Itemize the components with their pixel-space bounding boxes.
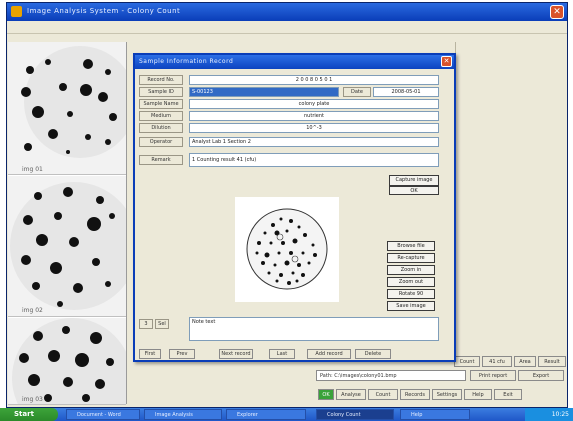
status-path-field[interactable]: Path: C:\images\colony01.bmp: [316, 370, 466, 381]
app-close-button[interactable]: ✕: [550, 5, 564, 19]
save-image-button[interactable]: Save image: [387, 301, 435, 311]
dialog-title: Sample Information Record: [139, 58, 234, 65]
dilution-field[interactable]: 10^-3: [189, 123, 439, 133]
delete-record-button[interactable]: Delete: [355, 349, 391, 359]
status-row-2: Path: C:\images\colony01.bmp Print repor…: [304, 370, 566, 382]
colony-thumbnail-1: [21, 46, 126, 158]
status-result-label: Result: [538, 356, 566, 367]
record-no-field[interactable]: 2 0 0 8 0 5 0 1: [189, 75, 439, 85]
rotate-button[interactable]: Rotate 90: [387, 289, 435, 299]
count-button[interactable]: Count: [368, 389, 398, 400]
field-label-sample-name: Sample Name: [139, 99, 183, 109]
date-field[interactable]: 2008-05-01: [373, 87, 439, 97]
settings-button[interactable]: Settings: [432, 389, 462, 400]
field-label-date: Date: [343, 87, 371, 97]
exit-button[interactable]: Exit: [494, 389, 522, 400]
first-record-button[interactable]: First: [139, 349, 161, 359]
image-preview[interactable]: [235, 197, 339, 302]
capture-image-button[interactable]: Capture image: [389, 175, 439, 186]
zoom-in-button[interactable]: Zoom in: [387, 265, 435, 275]
status-row-3: OK Analyse Count Records Settings Help E…: [318, 389, 568, 402]
thumbnail-1[interactable]: img 01: [8, 42, 126, 175]
prev-record-button[interactable]: Prev: [169, 349, 195, 359]
sample-id-field[interactable]: S-00123: [189, 87, 339, 97]
app-title-bar[interactable]: Image Analysis System - Colony Count ✕: [7, 3, 567, 21]
menu-bar[interactable]: [7, 21, 567, 34]
app-icon: [11, 6, 22, 17]
note-select-label: Sel: [155, 319, 169, 329]
field-label-remark: Remark: [139, 155, 183, 165]
remark-field[interactable]: 1 Counting result 41 (cfu): [189, 153, 439, 167]
field-label-medium: Medium: [139, 111, 183, 121]
start-button[interactable]: Start: [0, 408, 58, 421]
colony-thumbnail-3: [12, 318, 126, 404]
dialog-title-bar[interactable]: Sample Information Record ✕: [135, 55, 454, 69]
taskbar-item-3[interactable]: Explorer: [226, 409, 306, 420]
field-label-dilution: Dilution: [139, 123, 183, 133]
note-field[interactable]: Note text: [189, 317, 439, 341]
thumbnail-label-2: img 02: [22, 307, 43, 314]
field-label-sample-id: Sample ID: [139, 87, 183, 97]
ok-status-button[interactable]: OK: [318, 389, 334, 400]
export-button[interactable]: Export: [518, 370, 564, 381]
status-count-value: 41 cfu: [482, 356, 512, 367]
taskbar-item-4[interactable]: Colony Count: [316, 409, 394, 420]
right-panel: [455, 42, 564, 342]
field-label-operator: Operator: [139, 137, 183, 147]
thumbnail-3[interactable]: img 03: [8, 318, 126, 405]
status-area-label: Area: [514, 356, 536, 367]
colony-preview-image: [246, 208, 328, 290]
sample-name-field[interactable]: colony plate: [189, 99, 439, 109]
last-record-button[interactable]: Last: [269, 349, 295, 359]
thumbnail-2[interactable]: img 02: [8, 176, 126, 317]
thumbnail-label-3: img 03: [22, 396, 43, 403]
app-title: Image Analysis System - Colony Count: [27, 7, 181, 15]
browse-file-button[interactable]: Browse file: [387, 241, 435, 251]
records-button[interactable]: Records: [400, 389, 430, 400]
taskbar: Start Document - Word Image Analysis Exp…: [0, 408, 573, 421]
capture-ok-button[interactable]: OK: [389, 186, 439, 195]
add-record-button[interactable]: Add record: [307, 349, 351, 359]
dialog-close-button[interactable]: ✕: [441, 56, 452, 67]
thumbnail-strip[interactable]: img 01 img 02 img 03: [8, 42, 127, 405]
zoom-out-button[interactable]: Zoom out: [387, 277, 435, 287]
medium-field[interactable]: nutrient: [189, 111, 439, 121]
taskbar-item-1[interactable]: Document - Word: [66, 409, 140, 420]
recapture-button[interactable]: Re-capture: [387, 253, 435, 263]
field-label-record-no: Record No.: [139, 75, 183, 85]
analyse-button[interactable]: Analyse: [336, 389, 366, 400]
system-tray-clock: 10:25: [525, 408, 573, 421]
help-button[interactable]: Help: [464, 389, 492, 400]
operator-field[interactable]: Analyst Lab 1 Section 2: [189, 137, 439, 147]
note-index-label: 3: [139, 319, 153, 329]
taskbar-item-2[interactable]: Image Analysis: [144, 409, 222, 420]
thumbnail-label-1: img 01: [22, 166, 43, 173]
status-count-label: Count: [454, 356, 480, 367]
sample-dialog: Sample Information Record ✕ Record No. 2…: [133, 53, 456, 362]
print-report-button[interactable]: Print report: [470, 370, 516, 381]
record-nav-tabs: First Prev Next record Last Add record D…: [139, 349, 439, 359]
next-record-button[interactable]: Next record: [219, 349, 253, 359]
taskbar-item-5[interactable]: Help: [400, 409, 470, 420]
colony-thumbnail-2: [10, 182, 126, 310]
